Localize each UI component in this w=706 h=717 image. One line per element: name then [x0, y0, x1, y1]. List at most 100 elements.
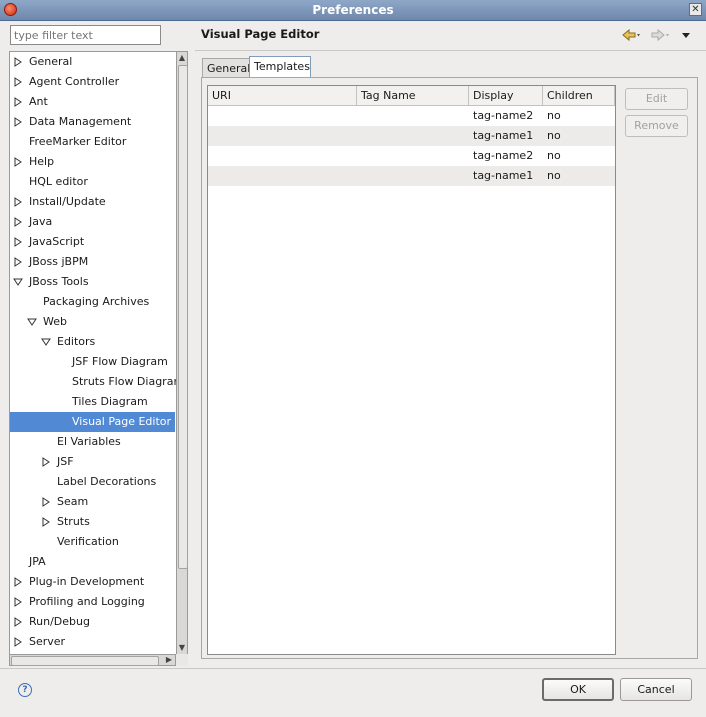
- view-menu-icon[interactable]: [680, 28, 692, 42]
- column-header-tag-name[interactable]: Tag Name: [357, 86, 469, 106]
- tree-item-label: General: [29, 55, 73, 68]
- tree-item-label: JSF Flow Diagram: [72, 355, 168, 368]
- tree-item[interactable]: Profiling and Logging: [10, 592, 175, 612]
- collapsed-triangle-icon[interactable]: [13, 117, 23, 127]
- ok-button[interactable]: OK: [542, 678, 614, 701]
- cancel-button[interactable]: Cancel: [620, 678, 692, 701]
- column-header-children[interactable]: Children: [543, 86, 615, 106]
- table-row[interactable]: tag-name2 no: [208, 106, 615, 126]
- tab-templates[interactable]: Templates: [249, 56, 311, 78]
- table-row[interactable]: tag-name1 no: [208, 126, 615, 146]
- edit-button[interactable]: Edit: [625, 88, 688, 110]
- tree-item[interactable]: HQL editor: [10, 172, 175, 192]
- tree-item-label: Web: [43, 315, 67, 328]
- tree-item[interactable]: Data Management: [10, 112, 175, 132]
- collapsed-triangle-icon[interactable]: [13, 217, 23, 227]
- tree-item-label: Editors: [57, 335, 96, 348]
- tree-item[interactable]: Help: [10, 152, 175, 172]
- collapsed-triangle-icon[interactable]: [41, 497, 51, 507]
- tree-item-label: Ant: [29, 95, 48, 108]
- collapsed-triangle-icon[interactable]: [13, 597, 23, 607]
- tree-item[interactable]: Server: [10, 632, 175, 652]
- tree-item-label: Label Decorations: [57, 475, 157, 488]
- close-icon[interactable]: ✕: [689, 3, 702, 16]
- templates-table[interactable]: URI Tag Name Display Children tag-name2 …: [207, 85, 616, 655]
- tree-item[interactable]: El Variables: [10, 432, 175, 452]
- tree-item[interactable]: Plug-in Development: [10, 572, 175, 592]
- tree-item[interactable]: Seam: [10, 492, 175, 512]
- tree-item[interactable]: General: [10, 52, 175, 72]
- filter-input[interactable]: [10, 25, 161, 45]
- expanded-triangle-icon[interactable]: [13, 277, 23, 287]
- tree-item-label: JBoss jBPM: [29, 255, 89, 268]
- tree-item-label: Java: [29, 215, 53, 228]
- collapsed-triangle-icon[interactable]: [13, 77, 23, 87]
- tree-item[interactable]: Label Decorations: [10, 472, 175, 492]
- tree-item[interactable]: JSF Flow Diagram: [10, 352, 175, 372]
- tree-item-label: El Variables: [57, 435, 121, 448]
- tree-item[interactable]: JPA: [10, 552, 175, 572]
- tree-item[interactable]: Visual Page Editor: [10, 412, 175, 432]
- tree-item-label: Packaging Archives: [43, 295, 150, 308]
- scroll-right-icon[interactable]: ▶: [164, 655, 174, 665]
- tree-item[interactable]: Install/Update: [10, 192, 175, 212]
- cell-display: tag-name2: [473, 109, 534, 122]
- tree-item[interactable]: Packaging Archives: [10, 292, 175, 312]
- hscroll-thumb[interactable]: [11, 656, 159, 666]
- collapsed-triangle-icon[interactable]: [13, 637, 23, 647]
- collapsed-triangle-icon[interactable]: [13, 157, 23, 167]
- tree-vertical-scrollbar[interactable]: ▲ ▼: [176, 51, 188, 655]
- collapsed-triangle-icon[interactable]: [13, 257, 23, 267]
- cell-display: tag-name2: [473, 149, 534, 162]
- collapsed-triangle-icon[interactable]: [13, 237, 23, 247]
- preference-tree[interactable]: General Agent Controller Ant Data Managemen…: [9, 51, 176, 655]
- scroll-corner: [176, 654, 188, 666]
- header-separator: [195, 50, 706, 51]
- tree-item[interactable]: JavaScript: [10, 232, 175, 252]
- tree-item[interactable]: Struts: [10, 512, 175, 532]
- expanded-triangle-icon[interactable]: [27, 317, 37, 327]
- tree-horizontal-scrollbar[interactable]: ▶: [9, 654, 176, 666]
- tree-item[interactable]: Web: [10, 312, 175, 332]
- help-icon[interactable]: ?: [18, 683, 32, 697]
- tree-item-label: Data Management: [29, 115, 132, 128]
- tree-item[interactable]: JBoss jBPM: [10, 252, 175, 272]
- scroll-down-icon[interactable]: ▼: [177, 642, 187, 654]
- tree-item[interactable]: FreeMarker Editor: [10, 132, 175, 152]
- tree-item-label: Install/Update: [29, 195, 106, 208]
- collapsed-triangle-icon[interactable]: [41, 457, 51, 467]
- tree-item[interactable]: Editors: [10, 332, 175, 352]
- cell-children: no: [547, 109, 561, 122]
- expanded-triangle-icon[interactable]: [41, 337, 51, 347]
- tree-item-label: Visual Page Editor: [72, 415, 172, 428]
- cell-children: no: [547, 149, 561, 162]
- tree-item[interactable]: JBoss Tools: [10, 272, 175, 292]
- tree-item-label: HQL editor: [29, 175, 88, 188]
- tree-item[interactable]: Java: [10, 212, 175, 232]
- table-row[interactable]: tag-name2 no: [208, 146, 615, 166]
- tree-item-label: Struts Flow Diagram: [72, 375, 176, 388]
- tree-item[interactable]: Tiles Diagram: [10, 392, 175, 412]
- collapsed-triangle-icon[interactable]: [13, 197, 23, 207]
- column-header-display[interactable]: Display: [469, 86, 543, 106]
- collapsed-triangle-icon[interactable]: [13, 617, 23, 627]
- tree-item[interactable]: Run/Debug: [10, 612, 175, 632]
- footer-separator: [0, 668, 706, 669]
- tree-item[interactable]: JSF: [10, 452, 175, 472]
- tree-item[interactable]: Agent Controller: [10, 72, 175, 92]
- scroll-up-icon[interactable]: ▲: [177, 52, 187, 64]
- table-row[interactable]: tag-name1 no: [208, 166, 615, 186]
- back-arrow-icon[interactable]: [621, 28, 643, 42]
- collapsed-triangle-icon[interactable]: [13, 577, 23, 587]
- tree-item[interactable]: Verification: [10, 532, 175, 552]
- collapsed-triangle-icon[interactable]: [41, 517, 51, 527]
- scroll-thumb[interactable]: [178, 65, 188, 569]
- tab-general[interactable]: General: [202, 58, 250, 78]
- tree-item[interactable]: Ant: [10, 92, 175, 112]
- remove-button[interactable]: Remove: [625, 115, 688, 137]
- column-header-uri[interactable]: URI: [208, 86, 357, 106]
- collapsed-triangle-icon[interactable]: [13, 97, 23, 107]
- tree-item[interactable]: Struts Flow Diagram: [10, 372, 176, 392]
- forward-arrow-icon[interactable]: [650, 28, 672, 42]
- collapsed-triangle-icon[interactable]: [13, 57, 23, 67]
